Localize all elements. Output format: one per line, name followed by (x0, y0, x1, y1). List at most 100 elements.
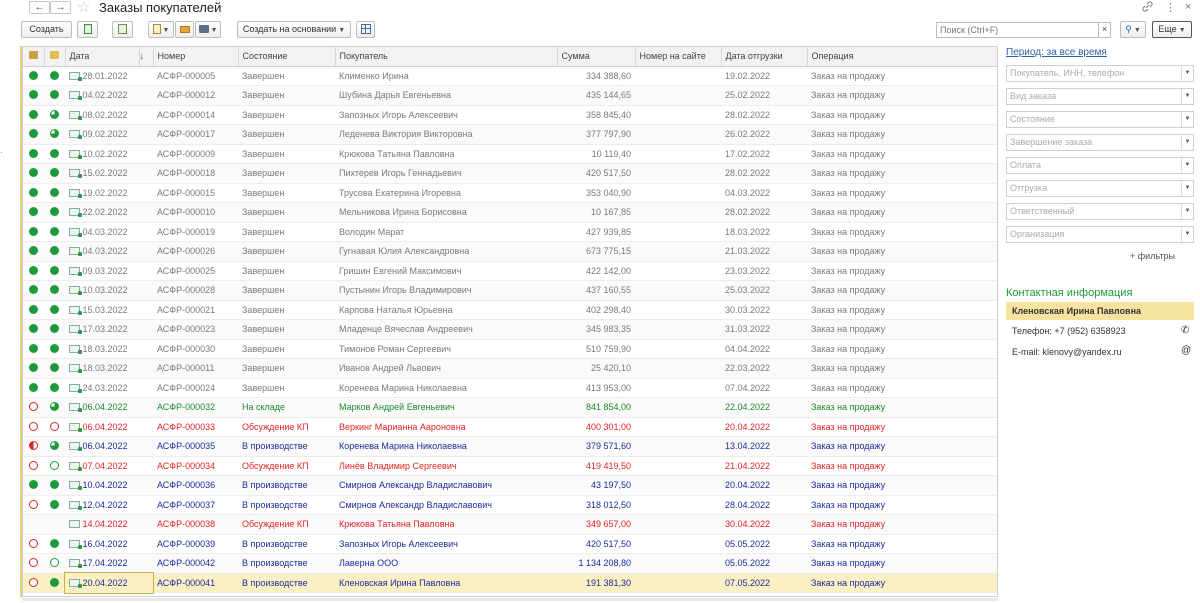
link-icon[interactable] (1142, 1, 1153, 15)
order-date-cell[interactable]: 14.04.2022 (65, 514, 153, 535)
table-row[interactable]: 10.03.2022 АСФР-000028 Завершен Пустынин Иг… (23, 280, 997, 301)
order-date-cell[interactable]: 04.03.2022 (65, 241, 153, 262)
search-input[interactable] (936, 22, 1099, 38)
col-header-customer[interactable]: Покупатель (335, 47, 558, 67)
filter-order-kind[interactable]: Вид заказа ▼ (1006, 88, 1194, 105)
order-date-cell[interactable]: 18.03.2022 (65, 339, 153, 359)
period-link[interactable]: Период: за все время (1006, 47, 1107, 58)
filter-completion[interactable]: Завершение заказа ▼ (1006, 134, 1194, 151)
table-row[interactable]: 08.02.2022 АСФР-000014 Завершен Запозных Иг… (23, 105, 997, 125)
order-date-cell[interactable]: 18.03.2022 (65, 358, 153, 379)
order-date-cell[interactable]: 04.02.2022 (65, 85, 153, 106)
table-row[interactable]: 04.03.2022 АСФР-000026 Завершен Гугнавая Юл… (23, 241, 997, 262)
order-date-cell[interactable]: 17.03.2022 (65, 319, 153, 340)
favorite-star-icon[interactable]: ☆ (77, 0, 90, 16)
chevron-down-icon[interactable]: ▼ (1181, 66, 1193, 81)
filter-responsible[interactable]: Ответственный ▼ (1006, 203, 1194, 220)
order-date-cell[interactable]: 07.04.2022 (65, 456, 153, 476)
chevron-down-icon[interactable]: ▼ (1181, 158, 1193, 173)
horizontal-scrollbar[interactable] (22, 598, 998, 601)
post-document-button[interactable] (77, 21, 98, 38)
col-header-ship-date[interactable]: Дата отгрузки (721, 47, 808, 67)
order-date-cell[interactable]: 19.02.2022 (65, 183, 153, 203)
order-date-cell[interactable]: 06.04.2022 (65, 436, 153, 457)
order-date-cell[interactable]: 15.02.2022 (65, 163, 153, 184)
order-date-cell[interactable]: 20.04.2022 (64, 572, 154, 594)
filter-shipment[interactable]: Отгрузка ▼ (1006, 180, 1194, 197)
order-date-cell[interactable]: 10.03.2022 (65, 280, 153, 301)
order-date-cell[interactable]: 08.02.2022 (65, 105, 153, 125)
print-button[interactable]: ▼ (195, 21, 221, 38)
search-button[interactable]: ⚲ ▼ (1120, 21, 1146, 38)
table-row[interactable]: 09.03.2022 АСФР-000025 Завершен Гришин Евге… (23, 261, 997, 281)
order-date-cell[interactable]: 16.04.2022 (65, 534, 153, 554)
chevron-down-icon[interactable]: ▼ (1181, 181, 1193, 196)
more-menu-icon[interactable]: ⋮ (1165, 1, 1176, 14)
table-row[interactable]: 06.04.2022 АСФР-000033 Обсуждение КП Веркин… (23, 417, 997, 437)
order-date-cell[interactable]: 10.04.2022 (65, 475, 153, 496)
table-row[interactable]: 04.02.2022 АСФР-000012 Завершен Шубина Дарь… (23, 85, 997, 106)
order-date-cell[interactable]: 09.02.2022 (65, 124, 153, 145)
table-row[interactable]: 18.03.2022 АСФР-000011 Завершен Иванов Андр… (23, 358, 997, 379)
table-row[interactable]: 07.04.2022 АСФР-000034 Обсуждение КП Линёв … (23, 456, 997, 476)
table-row[interactable]: 06.04.2022 АСФР-000032 На складе Марков Анд… (23, 397, 997, 418)
order-date-cell[interactable]: 24.03.2022 (65, 378, 153, 398)
table-row[interactable]: 10.02.2022 АСФР-000009 Завершен Крюкова Тат… (23, 144, 997, 164)
order-date-cell[interactable]: 12.04.2022 (65, 495, 153, 515)
search-clear-button[interactable]: × (1098, 22, 1111, 38)
order-date-cell[interactable]: 15.03.2022 (65, 300, 153, 320)
chevron-down-icon[interactable]: ▼ (1181, 112, 1193, 127)
filter-payment[interactable]: Оплата ▼ (1006, 157, 1194, 174)
order-date-cell[interactable]: 06.04.2022 (65, 397, 153, 418)
chevron-down-icon[interactable]: ▼ (1181, 204, 1193, 219)
table-row[interactable]: 15.03.2022 АСФР-000021 Завершен Карпова Нат… (23, 300, 997, 320)
col-header-paid-status[interactable] (23, 47, 45, 67)
col-header-shipment-status[interactable] (44, 47, 66, 67)
col-header-operation[interactable]: Операция (807, 47, 997, 67)
close-icon[interactable]: × (1185, 1, 1191, 13)
table-row[interactable]: 14.04.2022 АСФР-000038 Обсуждение КП Крюков… (23, 514, 997, 535)
forward-button[interactable]: → (50, 1, 71, 14)
filter-organization[interactable]: Организация ▼ (1006, 226, 1194, 243)
order-date-cell[interactable]: 28.01.2022 (65, 66, 153, 86)
table-row[interactable]: 16.04.2022 АСФР-000039 В производстве Запоз… (23, 534, 997, 554)
print-forms-button[interactable]: ▼ (148, 21, 174, 38)
structure-button[interactable] (356, 21, 375, 38)
col-header-site-number[interactable]: Номер на сайте (635, 47, 722, 67)
email-at-icon[interactable]: @ (1181, 345, 1191, 356)
order-date-cell[interactable]: 09.03.2022 (65, 261, 153, 281)
order-date-cell[interactable]: 22.02.2022 (65, 202, 153, 223)
col-header-date[interactable]: Дата (65, 47, 140, 67)
table-row[interactable]: 04.03.2022 АСФР-000019 Завершен Володин Мар… (23, 222, 997, 242)
col-header-number[interactable]: Номер (153, 47, 239, 67)
table-row[interactable]: 15.02.2022 АСФР-000018 Завершен Пихтерев Иг… (23, 163, 997, 184)
table-row[interactable]: 20.04.2022 АСФР-000041 В производстве Клено… (23, 572, 997, 594)
order-date-cell[interactable]: 17.04.2022 (65, 553, 153, 574)
col-header-sum[interactable]: Сумма (557, 47, 636, 67)
table-row[interactable]: 06.04.2022 АСФР-000035 В производстве Корен… (23, 436, 997, 457)
table-row[interactable]: 17.04.2022 АСФР-000042 В производстве Лавер… (23, 553, 997, 574)
phone-icon[interactable]: ✆ (1181, 325, 1189, 336)
table-row[interactable]: 10.04.2022 АСФР-000036 В производстве Смирн… (23, 475, 997, 496)
order-date-cell[interactable]: 06.04.2022 (65, 417, 153, 437)
filter-customer[interactable]: Покупатель, ИНН, телефон ▼ (1006, 65, 1194, 82)
col-header-state[interactable]: Состояние (238, 47, 336, 67)
create-based-on-button[interactable]: Создать на основании ▼ (237, 21, 351, 38)
table-row[interactable]: 18.03.2022 АСФР-000030 Завершен Тимонов Ром… (23, 339, 997, 359)
table-row[interactable]: 28.01.2022 АСФР-000005 Завершен Клименко Ир… (23, 66, 997, 86)
order-date-cell[interactable]: 10.02.2022 (65, 144, 153, 164)
chevron-down-icon[interactable]: ▼ (1181, 135, 1193, 150)
chevron-down-icon[interactable]: ▼ (1181, 227, 1193, 242)
table-row[interactable]: 19.02.2022 АСФР-000015 Завершен Трусова Ека… (23, 183, 997, 203)
table-row[interactable]: 22.02.2022 АСФР-000010 Завершен Мельникова … (23, 202, 997, 223)
create-button[interactable]: Создать (21, 21, 72, 38)
back-button[interactable]: ← (29, 1, 50, 14)
send-email-button[interactable] (175, 21, 194, 38)
chevron-down-icon[interactable]: ▼ (1181, 89, 1193, 104)
filter-state[interactable]: Состояние ▼ (1006, 111, 1194, 128)
table-row[interactable]: 17.03.2022 АСФР-000023 Завершен Младенце Вя… (23, 319, 997, 340)
table-row[interactable]: 24.03.2022 АСФР-000024 Завершен Коренева Ма… (23, 378, 997, 398)
open-journal-button[interactable] (112, 21, 133, 38)
more-filters-link[interactable]: + фильтры (1130, 251, 1175, 261)
table-row[interactable]: 12.04.2022 АСФР-000037 В производстве Смирн… (23, 495, 997, 515)
